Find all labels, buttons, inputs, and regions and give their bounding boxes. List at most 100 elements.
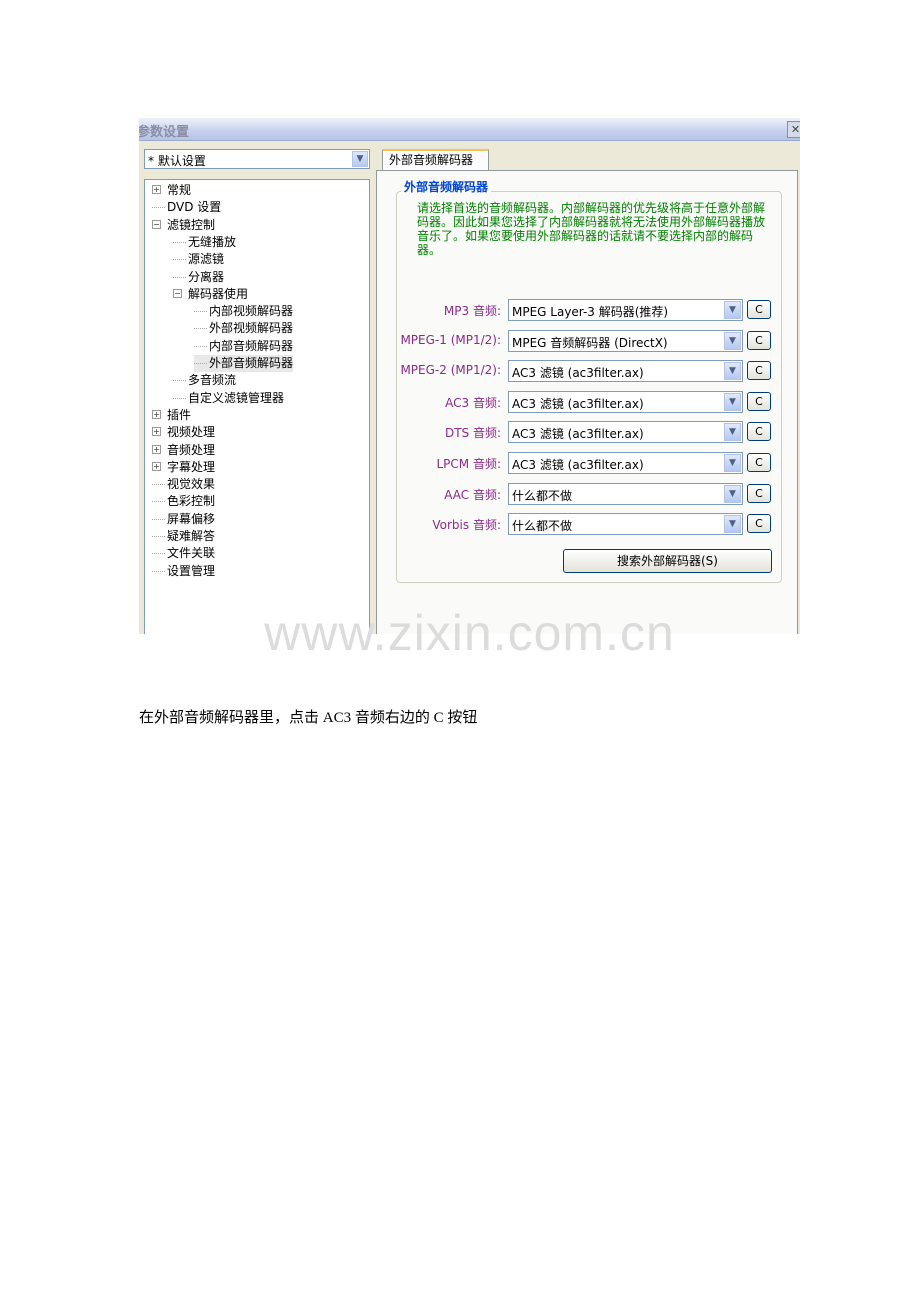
codec-dropdown-value: 什么都不做: [512, 488, 573, 503]
groupbox-title: 外部音频解码器: [401, 178, 492, 195]
expand-icon[interactable]: +: [152, 461, 161, 471]
settings-tree[interactable]: + 常规 DVD 设置 − 滤镜控制 无缝播放 源滤镜 分离器 − 解码器使用 内部视频解码器 外部视…: [144, 179, 370, 634]
tree-item[interactable]: 设置管理: [152, 563, 215, 580]
codec-label: MPEG-2 (MP1/2):: [400, 363, 501, 378]
tree-item[interactable]: − 滤镜控制: [152, 217, 215, 234]
tree-item-label: 音频处理: [167, 442, 216, 457]
expand-icon[interactable]: +: [152, 427, 161, 437]
tree-item[interactable]: + 插件: [152, 407, 191, 424]
chevron-down-icon[interactable]: ▼: [724, 301, 741, 319]
tab-external-audio-decoder[interactable]: 外部音频解码器: [382, 149, 489, 170]
codec-dropdown[interactable]: AC3 滤镜 (ac3filter.ax) ▼: [508, 390, 743, 413]
codec-label: DTS 音频:: [444, 426, 501, 441]
codec-label: AAC 音频:: [444, 487, 501, 502]
codec-dropdown[interactable]: 什么都不做 ▼: [508, 482, 743, 505]
tree-item[interactable]: + 常规: [152, 182, 191, 199]
window-title: 参数设置: [139, 125, 190, 140]
tree-item-label: 字幕处理: [167, 459, 216, 474]
codec-config-button[interactable]: C: [747, 453, 771, 472]
tree-item[interactable]: 多音频流: [173, 372, 236, 389]
chevron-down-icon[interactable]: ▼: [724, 454, 741, 472]
tree-item[interactable]: 分离器: [173, 269, 224, 286]
expand-icon[interactable]: +: [152, 444, 161, 454]
codec-config-button[interactable]: C: [747, 330, 771, 350]
chevron-down-icon[interactable]: ▼: [724, 484, 741, 503]
tree-item[interactable]: 外部视频解码器: [194, 320, 293, 337]
codec-dropdown[interactable]: AC3 滤镜 (ac3filter.ax) ▼: [508, 421, 743, 444]
codec-label: Vorbis 音频:: [432, 518, 501, 533]
tree-item[interactable]: + 视频处理: [152, 424, 215, 441]
tree-item-label: 疑难解答: [167, 529, 216, 543]
tree-item-label: 视觉效果: [167, 477, 216, 492]
tree-item-label: 多音频流: [188, 373, 237, 388]
tree-item[interactable]: 内部音频解码器: [194, 338, 293, 355]
close-icon[interactable]: ✕: [787, 121, 800, 138]
tree-item-label: 无缝播放: [188, 234, 237, 249]
tree-item[interactable]: 无缝播放: [173, 234, 236, 251]
tree-item[interactable]: 自定义滤镜管理器: [173, 390, 284, 407]
tree-item[interactable]: 外部音频解码器: [194, 355, 294, 372]
codec-row: DTS 音频: AC3 滤镜 (ac3filter.ax) ▼ C: [389, 421, 779, 444]
codec-dropdown-value: AC3 滤镜 (ac3filter.ax): [512, 396, 644, 411]
tree-item[interactable]: + 音频处理: [152, 442, 215, 459]
tree-item[interactable]: DVD 设置: [152, 199, 221, 216]
codec-dropdown-value: 什么都不做: [512, 519, 573, 534]
tree-item[interactable]: 视觉效果: [152, 476, 215, 493]
tree-item-label: 外部视频解码器: [209, 321, 294, 336]
chevron-down-icon[interactable]: ▼: [352, 151, 368, 167]
tree-connector: [194, 345, 207, 347]
tree-connector: [152, 518, 165, 520]
tree-connector: [173, 259, 186, 261]
tree-item[interactable]: 内部视频解码器: [194, 303, 293, 320]
chevron-down-icon[interactable]: ▼: [724, 423, 741, 442]
codec-row: MPEG-1 (MP1/2): MPEG 音频解码器 (DirectX) ▼ C: [389, 329, 779, 352]
chevron-down-icon[interactable]: ▼: [724, 392, 741, 411]
tree-item-label: 内部音频解码器: [209, 338, 294, 353]
codec-dropdown[interactable]: AC3 滤镜 (ac3filter.ax) ▼: [508, 452, 743, 474]
expand-icon[interactable]: +: [152, 409, 161, 419]
codec-config-button[interactable]: C: [747, 391, 771, 411]
codec-config-button[interactable]: C: [747, 422, 771, 442]
codec-dropdown[interactable]: 什么都不做 ▼: [508, 513, 743, 536]
codec-row: Vorbis 音频: 什么都不做 ▼ C: [389, 513, 779, 536]
tree-item[interactable]: 源滤镜: [173, 251, 224, 268]
expand-icon[interactable]: +: [152, 185, 161, 194]
chevron-down-icon[interactable]: ▼: [724, 362, 741, 381]
codec-config-button[interactable]: C: [747, 483, 771, 503]
profile-value: * 默认设置: [148, 154, 206, 168]
tree-connector: [173, 241, 186, 243]
tree-item-label: 内部视频解码器: [209, 304, 294, 319]
settings-dialog-screenshot: 参数设置 ✕ * 默认设置 ▼ + 常规 DVD 设置 − 滤镜控制 无缝播放 源滤镜 分离器…: [139, 118, 800, 634]
codec-dropdown-value: MPEG Layer-3 解码器(推荐): [512, 305, 669, 319]
chevron-down-icon[interactable]: ▼: [724, 515, 741, 534]
tree-item[interactable]: − 解码器使用: [173, 286, 248, 303]
collapse-icon[interactable]: −: [152, 219, 161, 229]
collapse-icon[interactable]: −: [173, 288, 182, 298]
tree-item-label: 解码器使用: [188, 286, 249, 301]
codec-config-button[interactable]: C: [747, 300, 771, 319]
chevron-down-icon[interactable]: ▼: [724, 331, 741, 350]
tree-connector: [152, 553, 165, 555]
codec-dropdown-value: MPEG 音频解码器 (DirectX): [512, 335, 668, 350]
watermark-text: www.zixin.com.cn: [264, 605, 675, 661]
codec-config-button[interactable]: C: [747, 361, 771, 381]
tree-connector: [152, 536, 165, 537]
codec-dropdown[interactable]: MPEG 音频解码器 (DirectX) ▼: [508, 329, 743, 352]
tree-item[interactable]: 屏幕偏移: [152, 511, 215, 528]
codec-config-button[interactable]: C: [747, 514, 771, 534]
codec-row: MP3 音频: MPEG Layer-3 解码器(推荐) ▼ C: [389, 299, 779, 321]
tree-item[interactable]: 疑难解答: [152, 528, 215, 545]
tree-item[interactable]: 色彩控制: [152, 493, 215, 510]
codec-row: LPCM 音频: AC3 滤镜 (ac3filter.ax) ▼ C: [389, 452, 779, 474]
profile-dropdown[interactable]: * 默认设置 ▼: [144, 149, 370, 169]
tree-item[interactable]: + 字幕处理: [152, 459, 215, 476]
tree-connector: [194, 363, 207, 364]
search-external-decoders-button[interactable]: 搜索外部解码器(S): [563, 549, 772, 573]
codec-dropdown-value: AC3 滤镜 (ac3filter.ax): [512, 458, 644, 472]
title-bar: 参数设置 ✕: [139, 118, 800, 141]
codec-dropdown[interactable]: MPEG Layer-3 解码器(推荐) ▼: [508, 299, 743, 321]
tree-connector: [152, 501, 165, 503]
tree-item[interactable]: 文件关联: [152, 545, 215, 562]
tree-item-label: 滤镜控制: [167, 217, 216, 232]
codec-dropdown[interactable]: AC3 滤镜 (ac3filter.ax) ▼: [508, 360, 743, 383]
